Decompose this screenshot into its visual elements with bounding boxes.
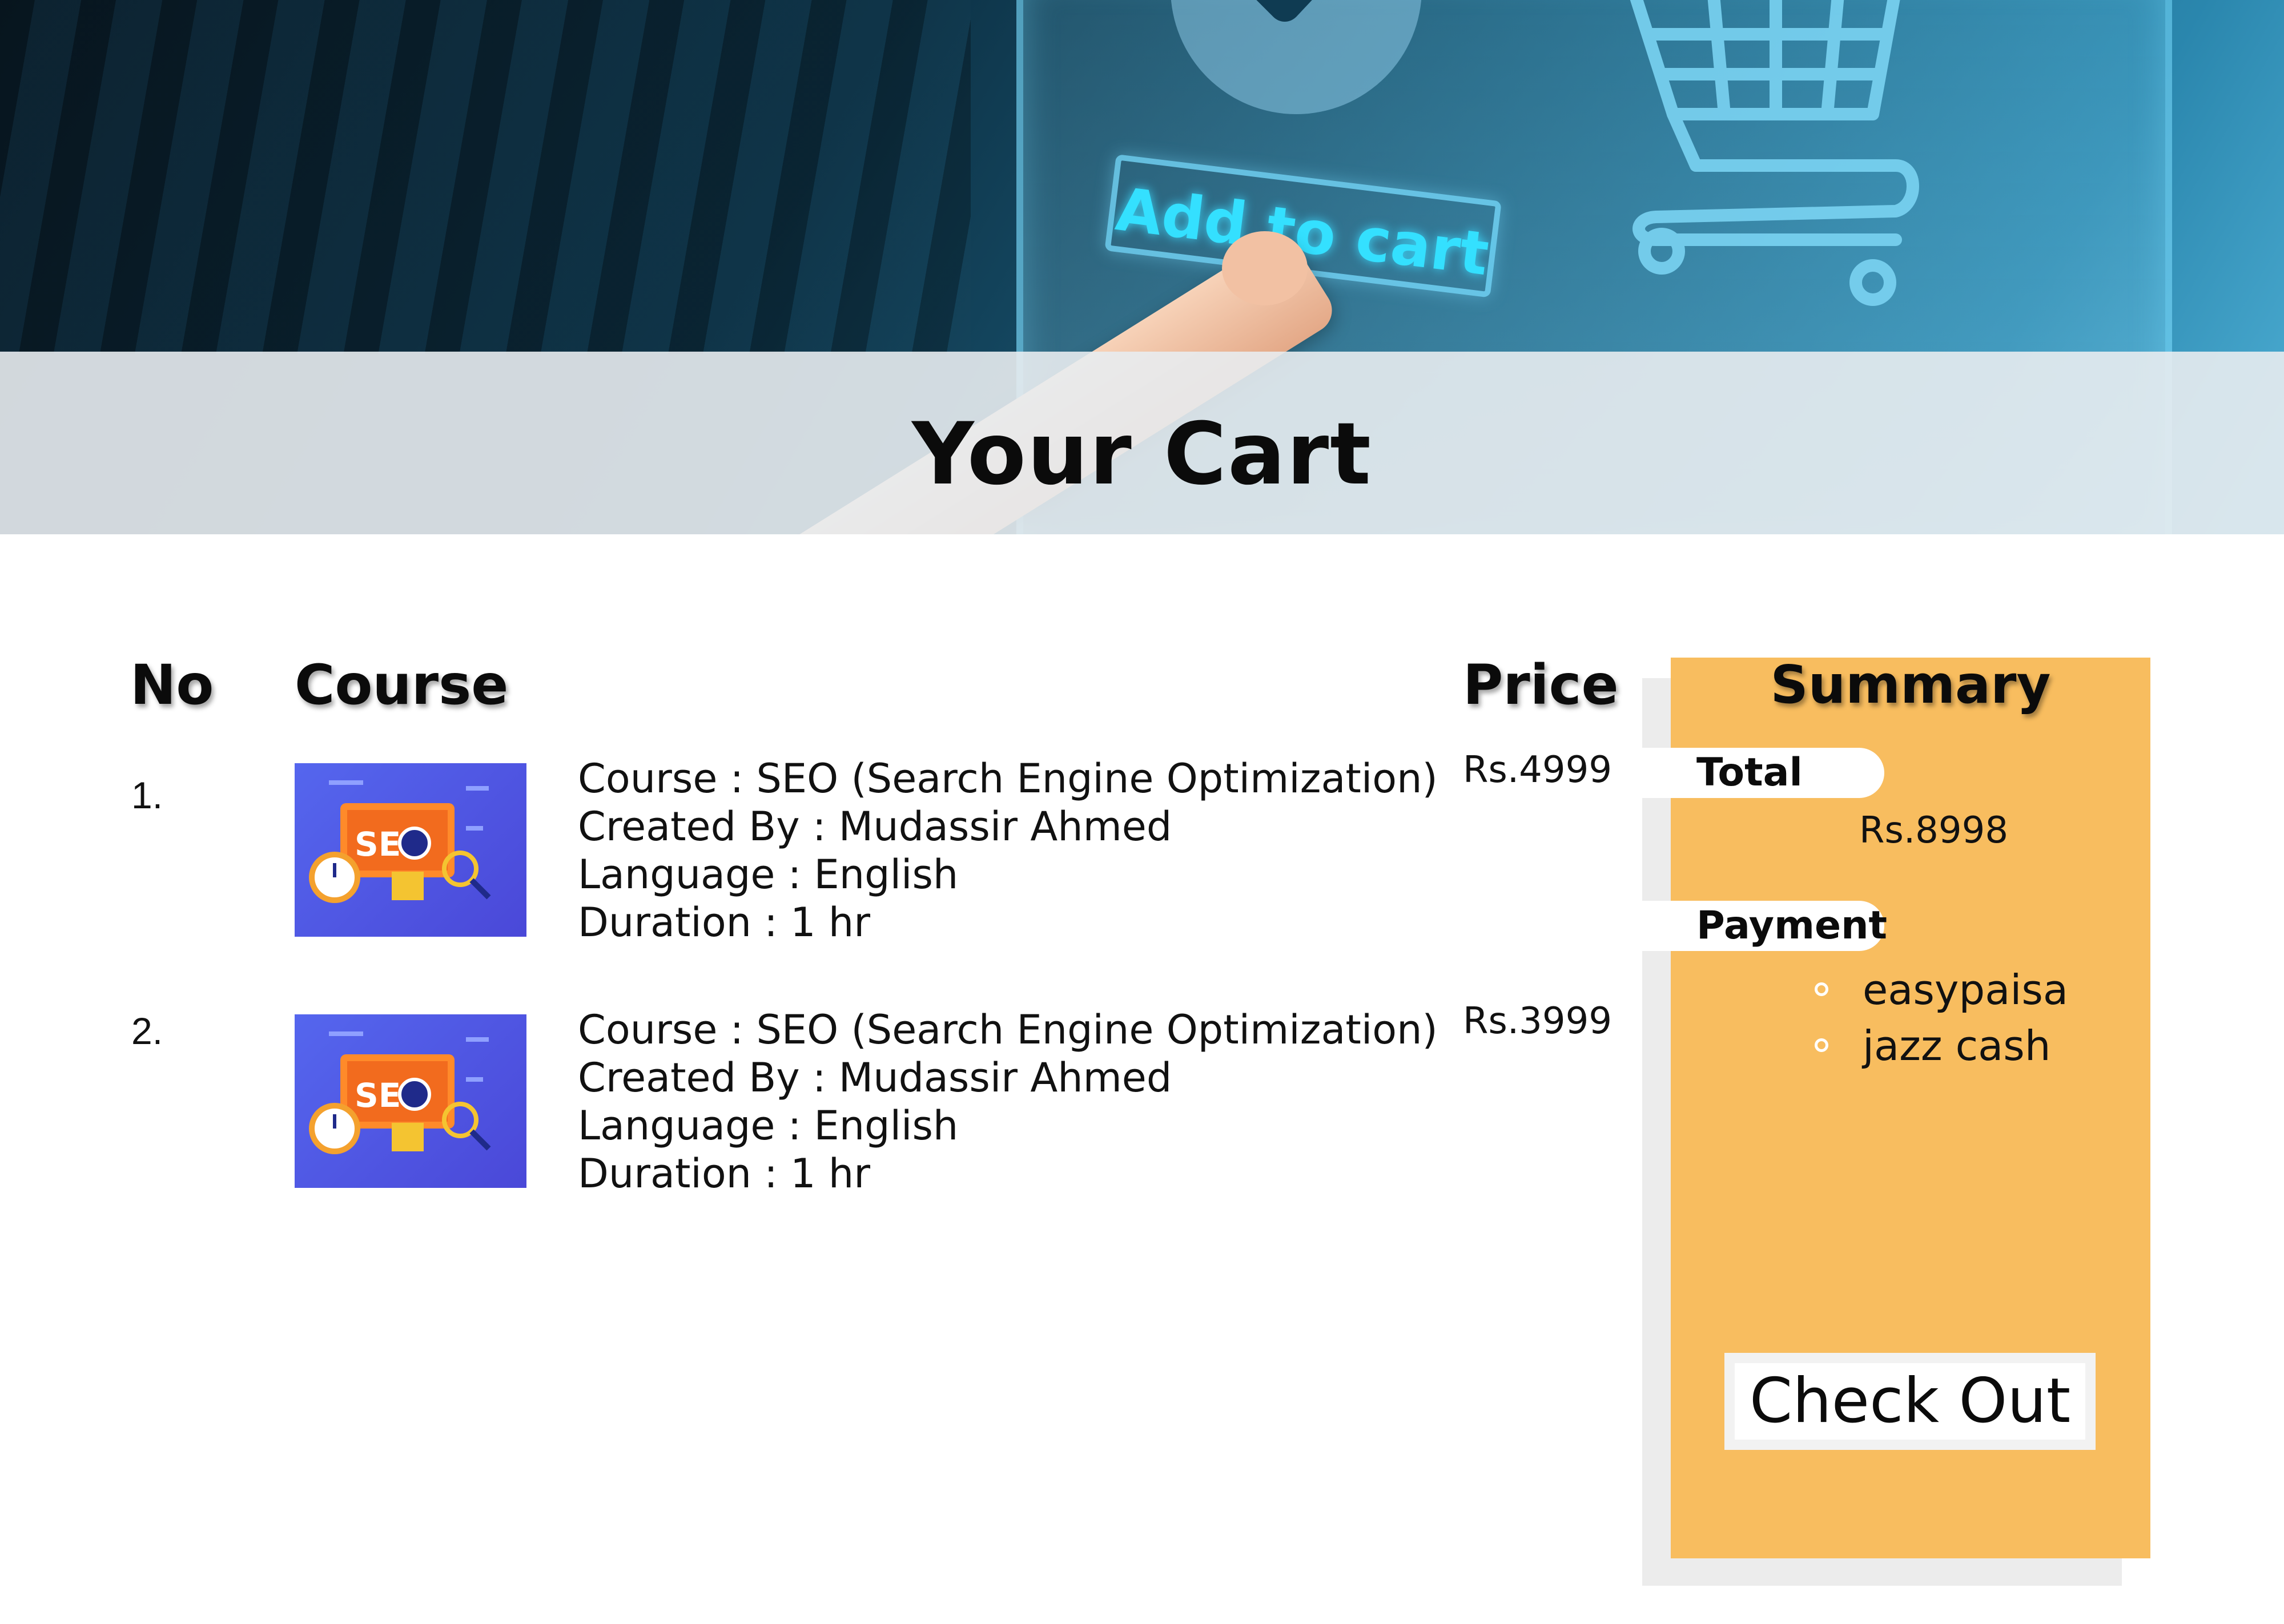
hero-shopping-cart-icon: [1630, 0, 1919, 306]
row-2-course-thumbnail[interactable]: SEO: [295, 1014, 526, 1188]
row-2-price: Rs.3999: [1463, 1000, 1613, 1042]
header-price: Price: [1463, 653, 1619, 717]
row-1-course-details: Course : SEO (Search Engine Optimization…: [578, 755, 1438, 946]
row-1-created-by: Created By : Mudassir Ahmed: [578, 803, 1172, 850]
row-2-duration: Duration : 1 hr: [578, 1150, 871, 1197]
total-amount: Rs.8998: [1859, 809, 2009, 852]
payment-option-jazz-cash[interactable]: jazz cash: [1815, 1018, 2050, 1073]
row-2-number: 2.: [131, 1010, 163, 1052]
total-label-pill: Total: [1642, 748, 1884, 798]
payment-option-easypaisa[interactable]: easypaisa: [1815, 962, 2068, 1017]
row-1-course-name: Course : SEO (Search Engine Optimization…: [578, 755, 1438, 802]
row-2-created-by: Created By : Mudassir Ahmed: [578, 1054, 1172, 1101]
row-2-course-details: Course : SEO (Search Engine Optimization…: [578, 1006, 1438, 1198]
payment-label-pill: Payment: [1642, 901, 1887, 951]
row-1-price: Rs.4999: [1463, 749, 1613, 791]
payment-option-label: easypaisa: [1863, 966, 2068, 1014]
row-1-language: Language : English: [578, 851, 959, 898]
hero-fingertip-image: [1222, 231, 1308, 305]
checkout-button[interactable]: Check Out: [1724, 1353, 2096, 1450]
row-2-language: Language : English: [578, 1102, 959, 1149]
row-1-number: 1.: [131, 774, 163, 816]
hero-checkmark-icon: [1171, 0, 1422, 114]
payment-option-label: jazz cash: [1863, 1022, 2051, 1070]
row-2-course-name: Course : SEO (Search Engine Optimization…: [578, 1006, 1438, 1053]
bullet-circle-icon: [1815, 982, 1828, 997]
header-no: No: [130, 653, 214, 717]
header-course: Course: [295, 653, 509, 717]
row-1-course-thumbnail[interactable]: SEO: [295, 763, 526, 937]
row-1-duration: Duration : 1 hr: [578, 899, 871, 946]
bullet-circle-icon: [1815, 1038, 1828, 1053]
page-title: Your Cart: [912, 405, 1372, 504]
hero-background-streaks: [0, 0, 971, 354]
summary-title: Summary: [1770, 654, 2051, 715]
